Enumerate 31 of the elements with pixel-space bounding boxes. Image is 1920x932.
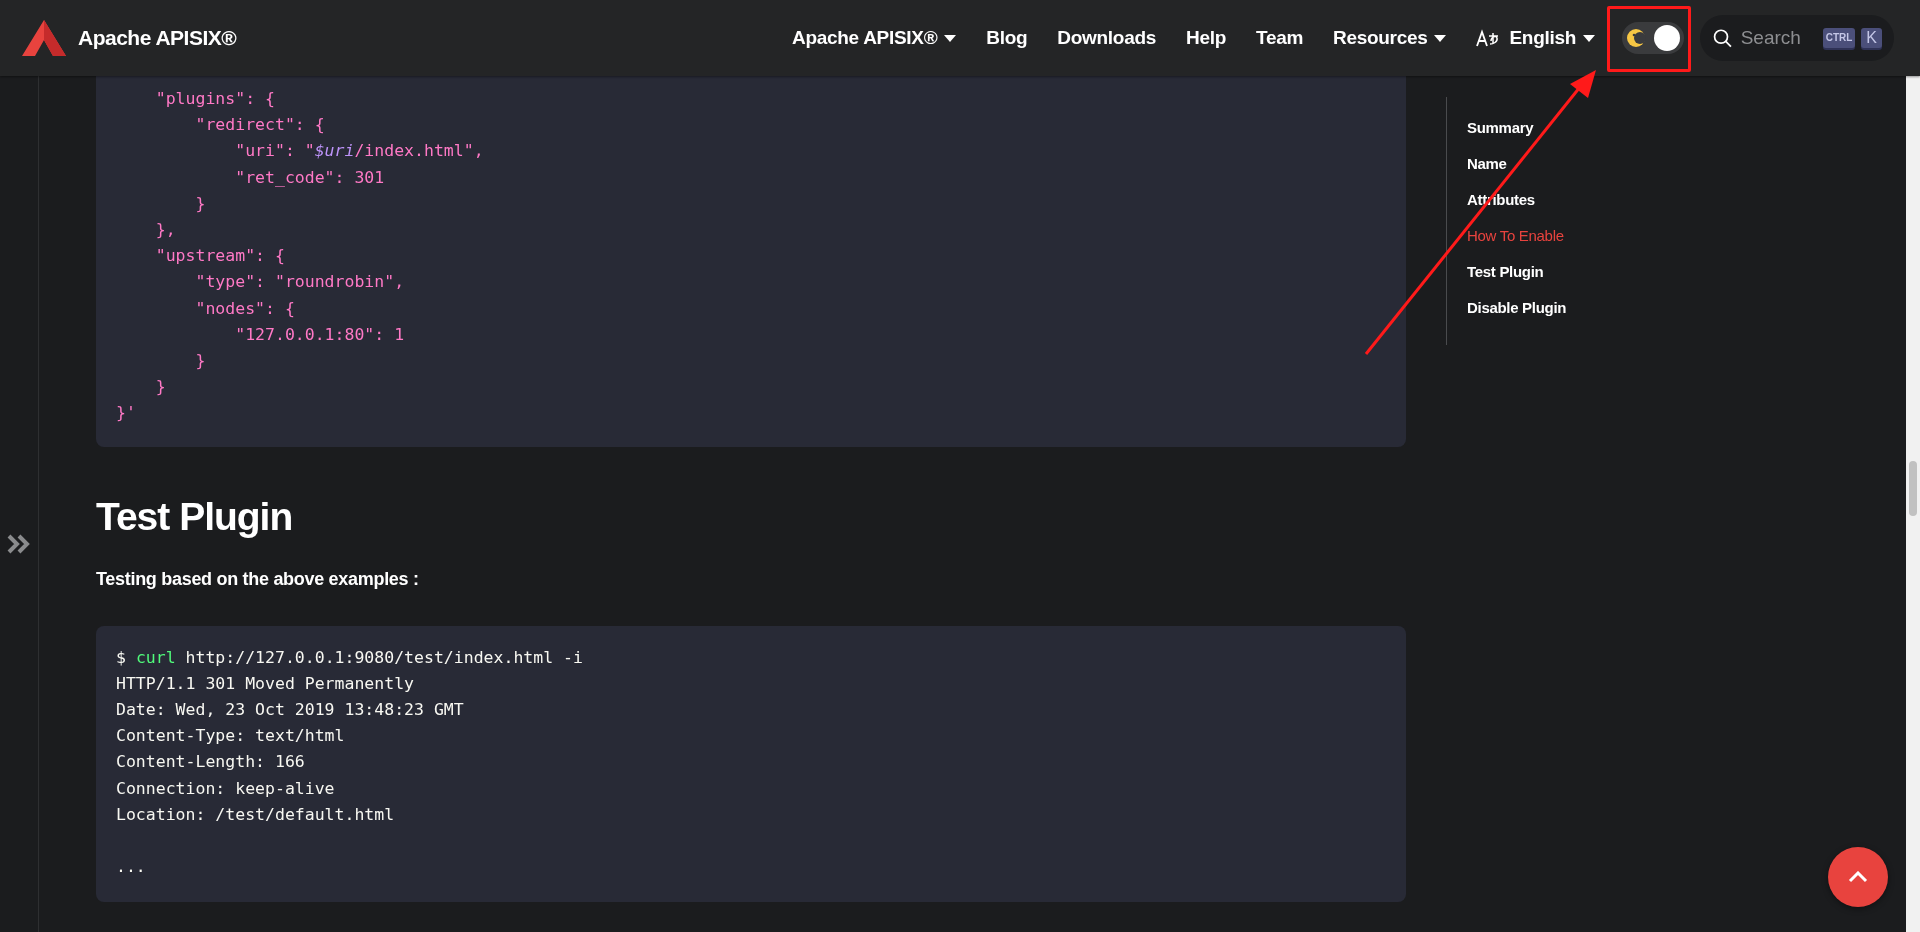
search-icon <box>1712 26 1733 50</box>
double-chevron-icon[interactable] <box>7 534 31 554</box>
nav-link[interactable]: Blog <box>971 27 1043 49</box>
nav-link[interactable]: Resources <box>1318 27 1462 49</box>
chevron-up-icon <box>1848 871 1868 883</box>
toc-link[interactable]: How To Enable <box>1467 225 1567 246</box>
toc-link[interactable]: Name <box>1467 153 1567 174</box>
toc-link[interactable]: Test Plugin <box>1467 261 1567 282</box>
caret-icon <box>1434 34 1447 42</box>
moon-icon <box>1626 28 1646 48</box>
caret-icon <box>1583 34 1595 42</box>
nav-link[interactable]: Help <box>1171 27 1241 49</box>
code-block: $ curl http://127.0.0.1:9080/test/index.html -i HTTP/1.1 301 Moved Permanently Date: Wed, 23 Oct 2019 13:48:23 GMT Content-Type: text/html Content-Length: 166 Connection: keep-alive Location: /test/default.html ... <box>96 625 1406 903</box>
toc-link[interactable]: Disable Plugin <box>1467 297 1567 318</box>
translate-icon <box>1476 28 1501 48</box>
toc-link[interactable]: Summary <box>1467 117 1567 138</box>
nav-link[interactable]: Apache APISIX® <box>777 27 972 49</box>
search-input[interactable]: Search <box>1738 26 1817 50</box>
back-to-top-button[interactable] <box>1828 847 1888 907</box>
paragraph: Testing based on the above examples : <box>96 568 420 590</box>
scrollbar-thumb[interactable] <box>1909 461 1917 516</box>
logo-icon[interactable] <box>20 18 68 58</box>
keyboard-key: CTRL <box>1822 28 1856 48</box>
keyboard-key: K <box>1861 28 1882 48</box>
nav-link[interactable]: Downloads <box>1042 27 1171 49</box>
caret-icon <box>944 34 957 42</box>
language-menu[interactable]: English <box>1461 27 1610 49</box>
nav-link[interactable]: Team <box>1241 27 1318 49</box>
brand-link[interactable]: Apache APISIX® <box>78 26 237 50</box>
theme-toggle[interactable] <box>1622 22 1684 54</box>
section-heading: Test Plugin <box>96 494 294 539</box>
